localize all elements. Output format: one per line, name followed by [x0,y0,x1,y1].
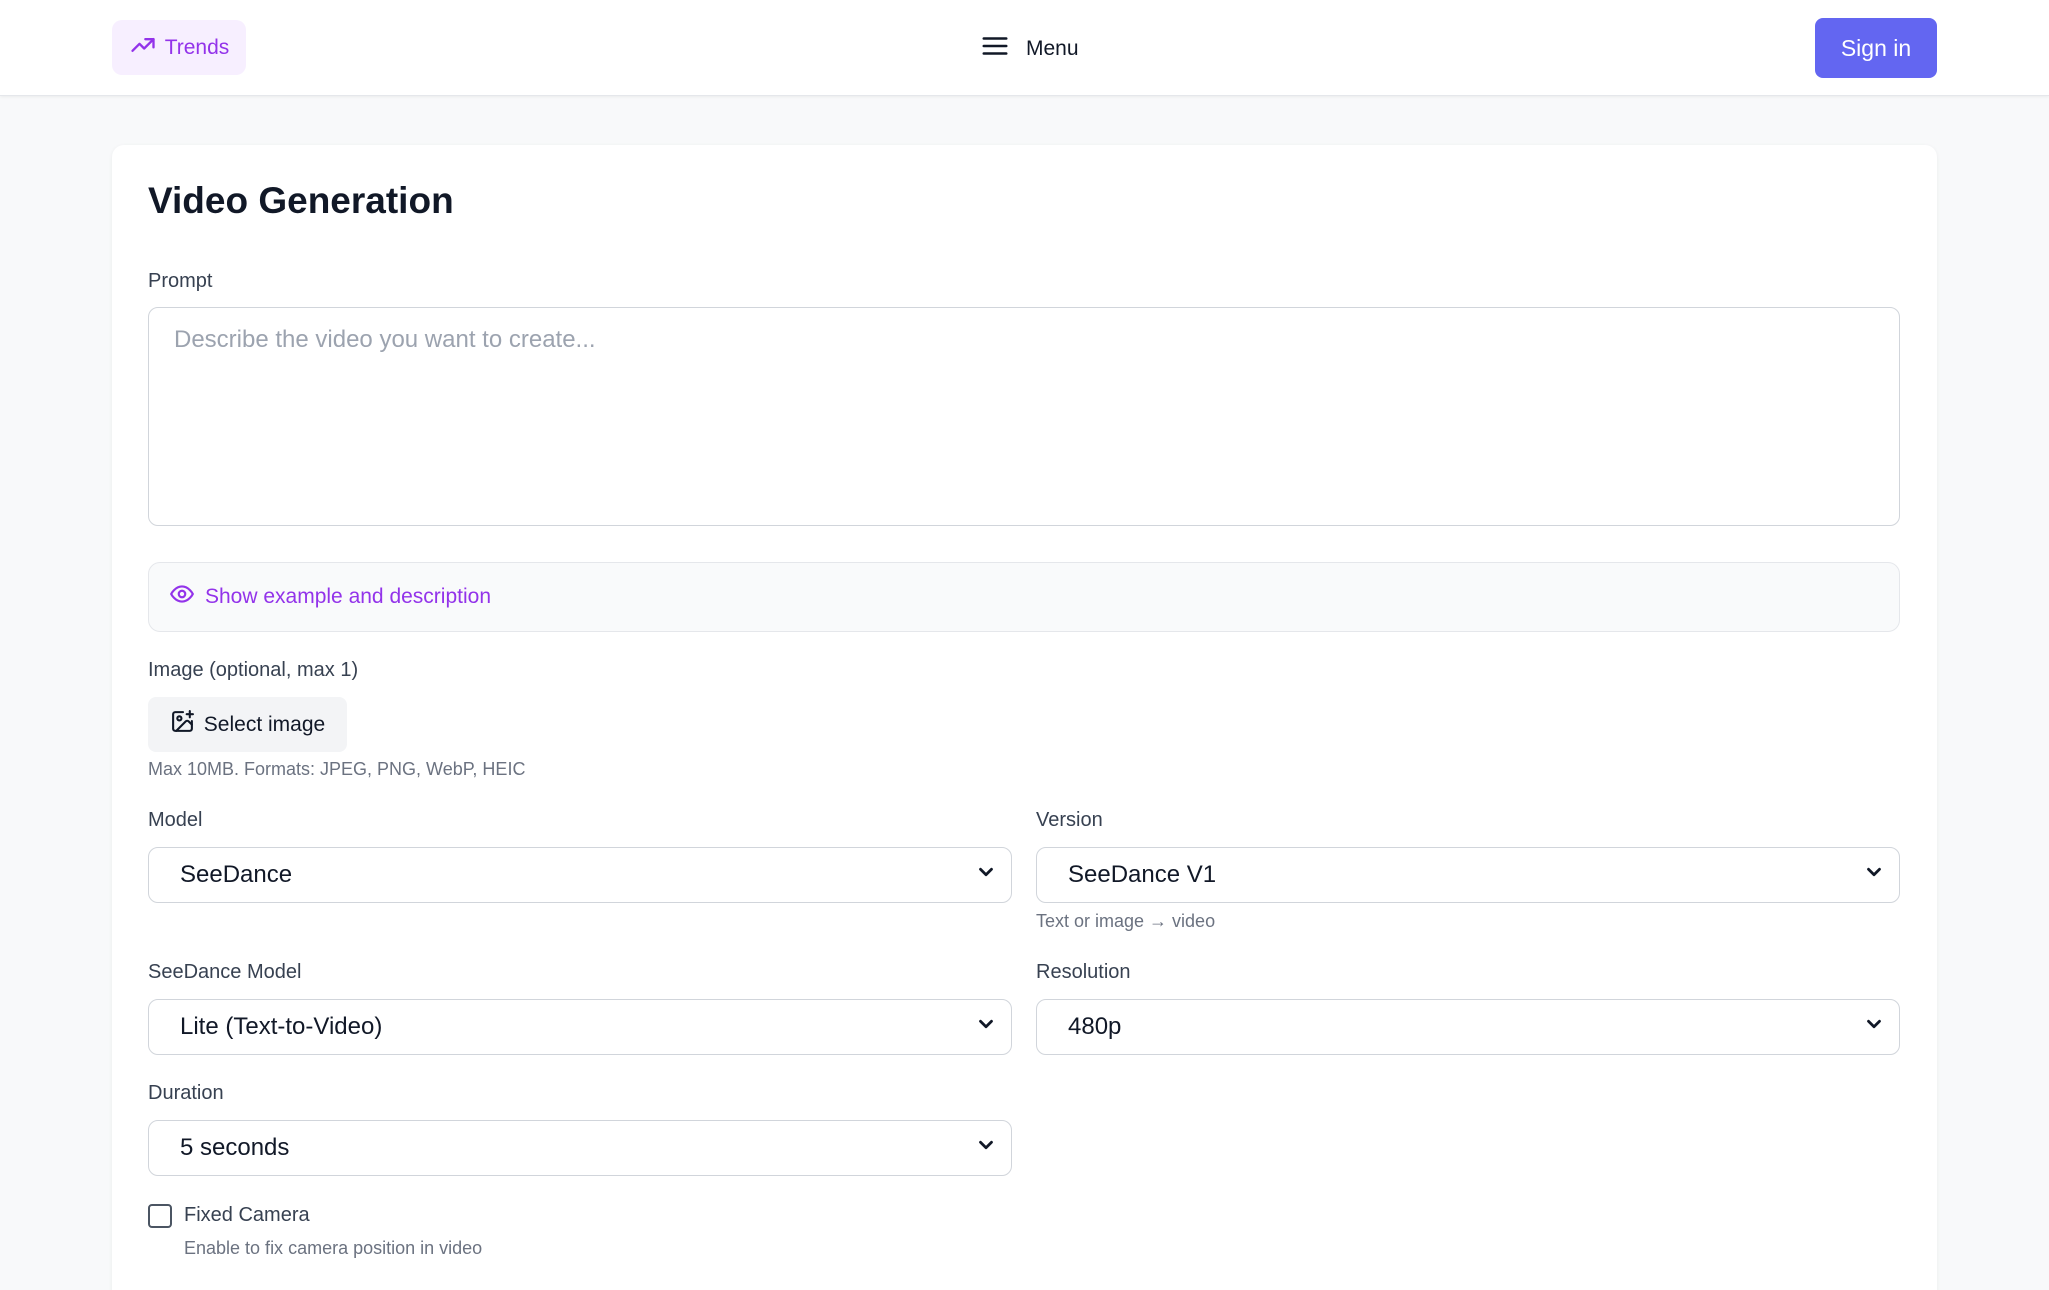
version-select[interactable]: SeeDance V1 [1036,847,1900,903]
hamburger-icon [980,31,1010,67]
fixed-camera-checkbox[interactable] [148,1204,172,1228]
model-label: Model [148,809,203,831]
fixed-camera-label[interactable]: Fixed Camera [184,1204,310,1227]
duration-select[interactable]: 5 seconds [148,1120,1012,1176]
select-image-button[interactable]: Select image [148,697,347,752]
prompt-textarea[interactable] [148,307,1900,526]
page-title: Video Generation [148,180,454,221]
model-select-value: SeeDance [180,861,293,888]
show-example-toggle[interactable]: Show example and description [148,562,1900,632]
trending-up-icon [129,31,157,65]
version-select-value: SeeDance V1 [1068,861,1217,888]
resolution-select[interactable]: 480p [1036,999,1900,1055]
resolution-label: Resolution [1036,961,1131,983]
eye-icon [169,581,195,613]
model-select[interactable]: SeeDance [148,847,1012,903]
menu-label: Menu [1026,37,1079,60]
sign-in-button[interactable]: Sign in [1815,18,1937,78]
menu-button[interactable]: Menu [980,30,1079,68]
image-format-hint: Max 10MB. Formats: JPEG, PNG, WebP, HEIC [148,759,526,779]
chevron-down-icon [1863,861,1885,890]
top-navigation-bar: Trends Menu Sign in [0,0,2049,96]
seedance-model-label: SeeDance Model [148,961,302,983]
duration-label: Duration [148,1082,224,1104]
chevron-down-icon [1863,1013,1885,1042]
trends-label: Trends [164,35,230,59]
version-label: Version [1036,809,1103,831]
seedance-model-select[interactable]: Lite (Text-to-Video) [148,999,1012,1055]
seedance-model-select-value: Lite (Text-to-Video) [180,1013,383,1040]
show-example-label: Show example and description [205,585,492,608]
fixed-camera-hint: Enable to fix camera position in video [184,1238,483,1258]
resolution-select-value: 480p [1068,1013,1122,1040]
trends-button[interactable]: Trends [112,20,246,75]
image-add-icon [170,709,195,740]
duration-select-value: 5 seconds [180,1134,290,1161]
chevron-down-icon [975,861,997,890]
chevron-down-icon [975,1134,997,1163]
chevron-down-icon [975,1013,997,1042]
version-hint: Text or image → video [1036,911,1216,931]
prompt-label: Prompt [148,270,213,292]
select-image-label: Select image [203,712,326,736]
image-label: Image (optional, max 1) [148,659,359,681]
